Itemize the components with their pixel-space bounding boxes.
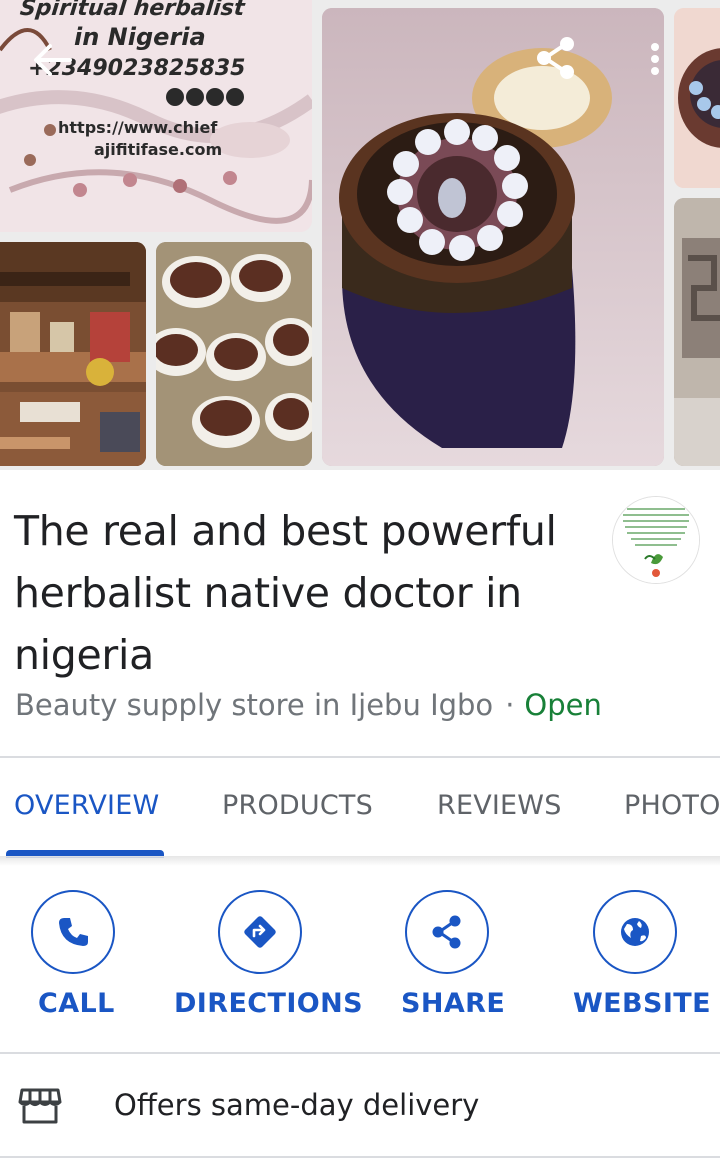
more-vertical-icon xyxy=(651,43,659,75)
social-icon xyxy=(166,88,184,106)
back-button[interactable] xyxy=(30,40,74,80)
social-icon xyxy=(206,88,224,106)
watermark-line-1: Spiritual herbalist xyxy=(18,0,246,21)
share-icon xyxy=(432,915,461,949)
gallery-photo-side-1[interactable] xyxy=(674,8,720,188)
share-label: SHARE xyxy=(401,988,506,1019)
shrine-photo-image xyxy=(0,242,146,466)
divider xyxy=(0,1156,720,1158)
photo-gallery[interactable]: Spiritual herbalist in Nigeria +23490238… xyxy=(0,0,720,470)
tab-products[interactable]: PRODUCTS xyxy=(222,790,373,821)
gallery-photo-side-2[interactable] xyxy=(674,198,720,466)
website-circle[interactable] xyxy=(593,890,677,974)
directions-label: DIRECTIONS xyxy=(174,988,363,1019)
gallery-photo-shrine[interactable] xyxy=(0,242,146,466)
tab-photos[interactable]: PHOTO xyxy=(624,790,720,821)
call-label: CALL xyxy=(38,988,115,1019)
tab-overview[interactable]: OVERVIEW xyxy=(14,790,159,821)
cake-photo-image xyxy=(322,8,664,466)
watermark-line-4: https://www.chief xyxy=(58,118,218,137)
social-icon xyxy=(186,88,204,106)
business-title: The real and best powerful herbalist nat… xyxy=(14,507,557,679)
call-button[interactable]: CALL xyxy=(0,888,180,1028)
store-icon xyxy=(18,1086,62,1126)
tab-bar: OVERVIEW PRODUCTS REVIEWS PHOTO xyxy=(0,758,720,858)
social-icon xyxy=(226,88,244,106)
website-label: WEBSITE xyxy=(573,988,711,1019)
more-options-button[interactable] xyxy=(640,40,670,80)
logo-image xyxy=(613,497,699,583)
directions-button[interactable]: DIRECTIONS xyxy=(174,888,363,1028)
watermark-line-5: ajifitifase.com xyxy=(94,140,223,159)
seeds-photo-image xyxy=(156,242,312,466)
business-logo[interactable] xyxy=(612,496,700,584)
directions-circle[interactable] xyxy=(218,890,302,974)
watermark-text: Spiritual herbalist in Nigeria +23490238… xyxy=(0,0,312,232)
open-status: Open xyxy=(524,688,602,722)
business-category: Beauty supply store in Ijebu Igbo xyxy=(15,688,494,722)
globe-icon xyxy=(621,918,649,946)
gallery-photo-cake[interactable] xyxy=(322,8,664,466)
directions-icon xyxy=(244,916,276,948)
watermark-social-icons xyxy=(166,88,244,106)
call-circle[interactable] xyxy=(31,890,115,974)
gallery-photo-watermark[interactable]: Spiritual herbalist in Nigeria +23490238… xyxy=(0,0,312,232)
tab-reviews[interactable]: REVIEWS xyxy=(437,790,562,821)
phone-icon xyxy=(59,918,88,946)
share-icon xyxy=(537,37,574,79)
gallery-photo-seeds[interactable] xyxy=(156,242,312,466)
share-button[interactable]: SHARE xyxy=(400,888,580,1028)
side-photo-1-image xyxy=(674,8,720,188)
delivery-text: Offers same-day delivery xyxy=(114,1088,480,1122)
website-button[interactable]: WEBSITE xyxy=(572,888,720,1028)
share-circle[interactable] xyxy=(405,890,489,974)
watermark-line-2: in Nigeria xyxy=(74,23,206,51)
side-photo-2-image xyxy=(674,198,720,466)
delivery-row[interactable]: Offers same-day delivery xyxy=(0,1056,720,1156)
divider xyxy=(0,1052,720,1054)
separator-dot: · xyxy=(505,688,515,722)
business-subtitle: Beauty supply store in Ijebu Igbo · Open xyxy=(15,688,602,722)
tab-bar-shadow xyxy=(0,856,720,866)
header-share-button[interactable] xyxy=(532,34,580,82)
arrow-left-icon xyxy=(34,44,72,76)
